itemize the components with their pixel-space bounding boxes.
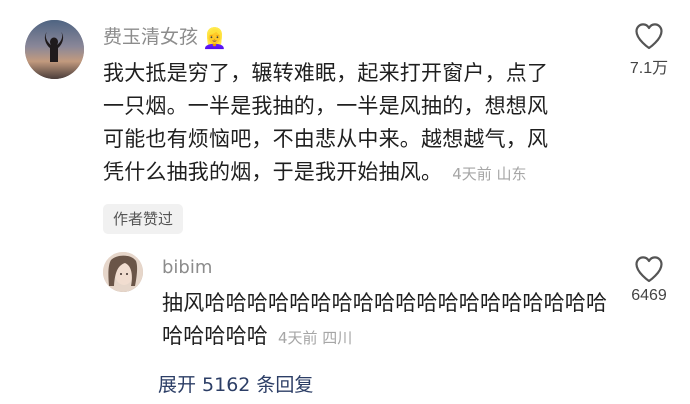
reply-body: 抽风哈哈哈哈哈哈哈哈哈哈哈哈哈哈哈哈哈哈哈 哈哈哈哈哈 4天前 四川 (162, 287, 608, 355)
heart-outline-icon[interactable] (634, 22, 664, 50)
reply-text-line: 抽风哈哈哈哈哈哈哈哈哈哈哈哈哈哈哈哈哈哈哈 (162, 291, 608, 315)
avatar[interactable] (25, 20, 84, 79)
reply-text: 哈哈哈哈哈 (162, 324, 268, 348)
like-count: 7.1万 (629, 60, 669, 77)
reply-username[interactable]: bibim (162, 257, 212, 278)
comment-text-line: 一只烟。一半是我抽的，一半是风抽的，想想风 (103, 94, 549, 118)
comment-text-line: 我大抵是穷了，辗转难眠，起来打开窗户，点了 (103, 61, 549, 85)
reply-text-line-last: 哈哈哈哈哈 4天前 四川 (162, 320, 602, 355)
avatar-silhouette-icon (25, 20, 84, 79)
like-control[interactable]: 7.1万 (614, 22, 684, 78)
expand-replies-link[interactable]: 展开 5162 条回复 (158, 370, 313, 397)
comment-text: 凭什么抽我的烟，于是我开始抽风。 (103, 160, 443, 184)
comment-meta: 4天前 山东 (452, 165, 527, 183)
reply-like-count: 6469 (631, 287, 667, 304)
comment-body: 我大抵是穷了，辗转难眠，起来打开窗户，点了 一只烟。一半是我抽的，一半是风抽的，… (103, 57, 593, 191)
heart-outline-icon[interactable] (634, 255, 664, 283)
comment-text-line-last: 凭什么抽我的烟，于是我开始抽风。 4天前 山东 (103, 156, 593, 191)
avatar-photo-icon (103, 252, 143, 292)
author-liked-badge: 作者赞过 (103, 204, 184, 234)
reply-meta: 4天前 四川 (278, 329, 353, 347)
girl-emoji-icon: 👱‍♀️ (202, 25, 227, 50)
reply-avatar[interactable] (103, 252, 143, 292)
comment-username[interactable]: 费玉清女孩 👱‍♀️ (103, 22, 227, 49)
comment-text-line: 可能也有烦恼吧，不由悲从中来。越想越气，风 (103, 127, 549, 151)
reply-like-control[interactable]: 6469 (614, 255, 684, 305)
username-text[interactable]: 费玉清女孩 (103, 26, 198, 48)
